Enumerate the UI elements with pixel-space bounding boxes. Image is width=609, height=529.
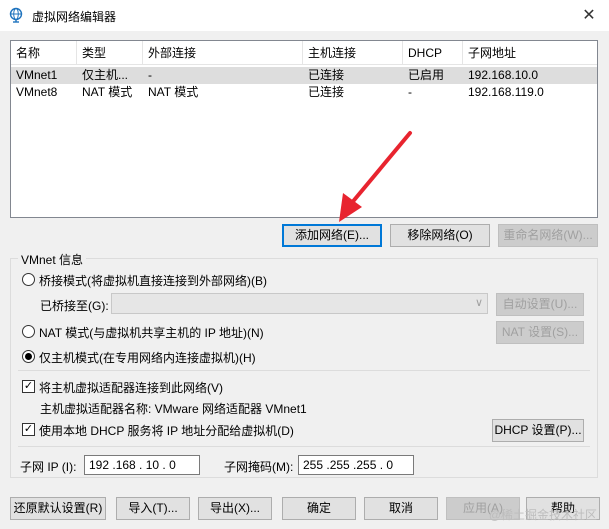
list-header: 名称 类型 外部连接 主机连接 DHCP 子网地址 [11, 41, 597, 65]
nat-settings-button[interactable]: NAT 设置(S)... [496, 321, 584, 344]
import-button[interactable]: 导入(T)... [116, 497, 190, 520]
rename-network-button[interactable]: 重命名网络(W)... [498, 224, 598, 247]
cell-type: NAT 模式 [82, 85, 133, 99]
cell-external: NAT 模式 [148, 85, 199, 99]
bridge-mode-label[interactable]: 桥接模式(将虚拟机直接连接到外部网络)(B) [39, 272, 267, 289]
network-list[interactable]: 名称 类型 外部连接 主机连接 DHCP 子网地址 VMnet1 仅主机... … [10, 40, 598, 218]
remove-network-button[interactable]: 移除网络(O) [390, 224, 490, 247]
bridge-mode-radio[interactable] [22, 273, 35, 286]
chevron-down-icon: ∨ [474, 297, 483, 309]
add-network-button[interactable]: 添加网络(E)... [282, 224, 382, 247]
cell-external: - [148, 68, 152, 82]
table-row[interactable]: VMnet1 仅主机... - 已连接 已启用 192.168.10.0 [11, 67, 597, 84]
use-dhcp-checkbox[interactable]: ✓ [22, 423, 35, 436]
cell-dhcp: - [408, 85, 412, 99]
subnet-ip-label: 子网 IP (I): [20, 460, 77, 474]
use-dhcp-label[interactable]: 使用本地 DHCP 服务将 IP 地址分配给虚拟机(D) [39, 422, 294, 439]
network-globe-icon [9, 7, 23, 23]
column-header-type[interactable]: 类型 [77, 41, 143, 65]
host-only-mode-radio[interactable] [22, 350, 35, 363]
bridged-to-label: 已桥接至(G): [40, 299, 109, 313]
restore-defaults-button[interactable]: 还原默认设置(R) [10, 497, 106, 520]
window-title: 虚拟网络编辑器 [32, 10, 117, 24]
cancel-button[interactable]: 取消 [364, 497, 438, 520]
vmnet-info-group [10, 258, 598, 478]
column-header-dhcp[interactable]: DHCP [403, 41, 463, 65]
column-header-subnet[interactable]: 子网地址 [463, 41, 597, 65]
cell-host: 已连接 [308, 68, 345, 82]
watermark-text: @稀土掘金技术社区 [488, 508, 597, 522]
host-only-mode-label[interactable]: 仅主机模式(在专用网络内连接虚拟机)(H) [39, 349, 256, 366]
export-button[interactable]: 导出(X)... [198, 497, 272, 520]
dhcp-settings-button[interactable]: DHCP 设置(P)... [492, 419, 584, 442]
subnet-ip-input[interactable]: 192 .168 . 10 . 0 [84, 455, 200, 475]
vmnet-info-title: VMnet 信息 [18, 251, 87, 268]
adapter-name-text: 主机虚拟适配器名称: VMware 网络适配器 VMnet1 [40, 402, 307, 416]
bridged-to-select[interactable]: ∨ [111, 293, 488, 314]
close-icon[interactable]: ✕ [569, 0, 609, 31]
divider [18, 446, 590, 447]
cell-dhcp: 已启用 [408, 68, 445, 82]
subnet-mask-input[interactable]: 255 .255 .255 . 0 [298, 455, 414, 475]
cell-name: VMnet1 [16, 68, 58, 82]
nat-mode-label[interactable]: NAT 模式(与虚拟机共享主机的 IP 地址)(N) [39, 324, 264, 341]
title-bar: 虚拟网络编辑器 ✕ [0, 0, 609, 31]
column-header-external[interactable]: 外部连接 [143, 41, 303, 65]
column-header-host[interactable]: 主机连接 [303, 41, 403, 65]
cell-name: VMnet8 [16, 85, 58, 99]
subnet-mask-label: 子网掩码(M): [224, 460, 294, 474]
connect-adapter-label[interactable]: 将主机虚拟适配器连接到此网络(V) [39, 379, 223, 396]
column-header-name[interactable]: 名称 [11, 41, 77, 65]
divider [18, 370, 590, 371]
auto-settings-button[interactable]: 自动设置(U)... [496, 293, 584, 316]
connect-adapter-checkbox[interactable]: ✓ [22, 380, 35, 393]
nat-mode-radio[interactable] [22, 325, 35, 338]
table-row[interactable]: VMnet8 NAT 模式 NAT 模式 已连接 - 192.168.119.0 [11, 84, 597, 101]
cell-subnet: 192.168.10.0 [468, 68, 539, 82]
cell-host: 已连接 [308, 85, 345, 99]
ok-button[interactable]: 确定 [282, 497, 356, 520]
cell-subnet: 192.168.119.0 [468, 85, 544, 99]
cell-type: 仅主机... [82, 68, 129, 82]
